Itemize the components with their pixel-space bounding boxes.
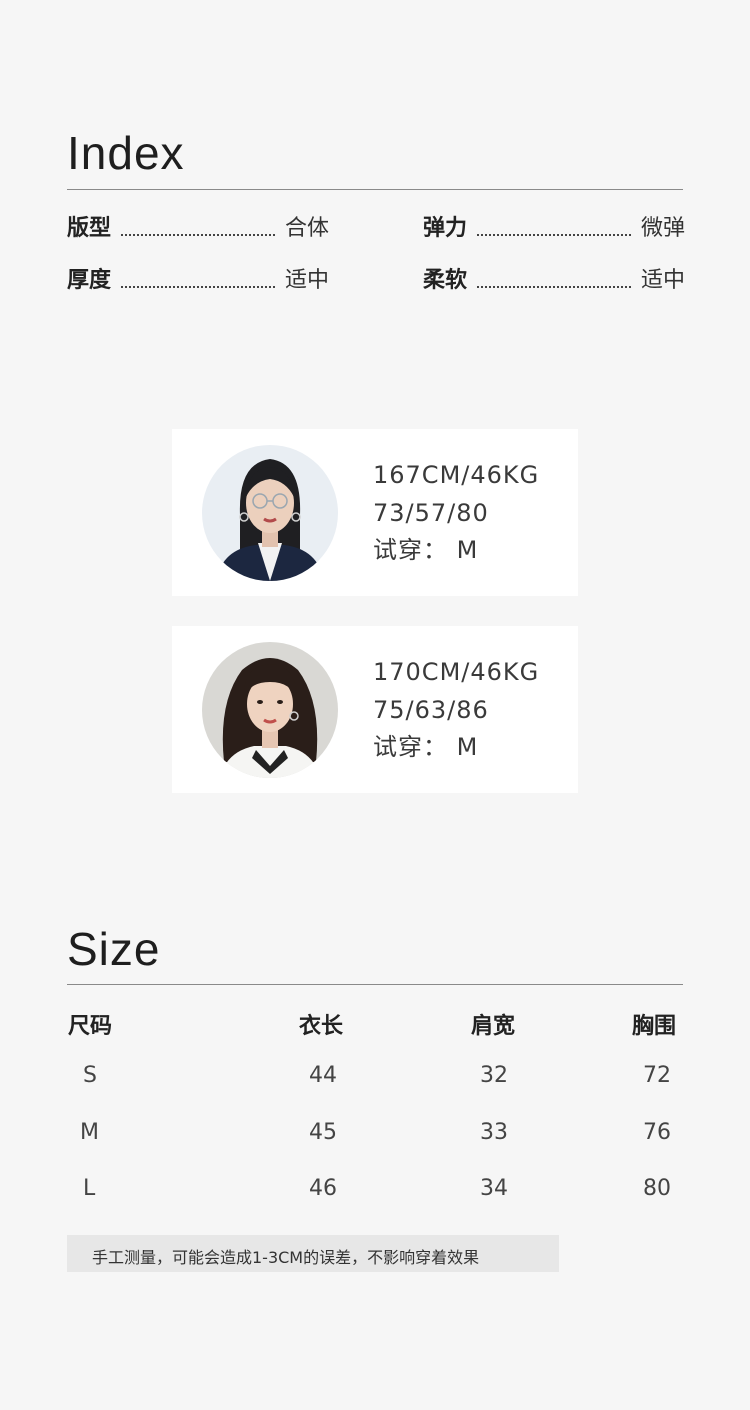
shoulder-value: 34 — [480, 1176, 508, 1201]
index-key: 版型 — [67, 216, 112, 241]
index-value: 微弹 — [640, 216, 685, 241]
index-title: Index — [67, 127, 185, 179]
model-try-on-size: 试穿： M — [373, 536, 479, 564]
length-value: 46 — [309, 1176, 337, 1201]
measurement-note-text: 手工测量，可能会造成1-3CM的误差，不影响穿着效果 — [92, 1248, 480, 1267]
size-header-shoulder: 肩宽 — [471, 1014, 516, 1039]
size-label: S — [83, 1063, 97, 1088]
index-item: 厚度 适中 — [67, 264, 329, 294]
size-header-length: 衣长 — [299, 1014, 344, 1039]
model-card: 170CM/46KG 75/63/86 试穿： M — [172, 626, 578, 793]
index-key: 柔软 — [423, 268, 468, 293]
length-value: 45 — [309, 1120, 337, 1145]
size-header-bust: 胸围 — [632, 1014, 677, 1039]
index-value: 合体 — [284, 216, 329, 241]
index-value: 适中 — [284, 268, 329, 293]
model-measurements: 73/57/80 — [373, 498, 489, 527]
model-height-weight: 170CM/46KG — [373, 658, 540, 686]
model-info: 170CM/46KG 75/63/86 试穿： M — [373, 654, 539, 767]
bust-value: 80 — [643, 1176, 671, 1201]
index-item: 弹力 微弹 — [423, 212, 685, 242]
bust-value: 72 — [643, 1063, 671, 1088]
shoulder-value: 33 — [480, 1120, 508, 1145]
index-value: 适中 — [640, 268, 685, 293]
index-item: 版型 合体 — [67, 212, 329, 242]
model-height-weight: 167CM/46KG — [373, 461, 540, 489]
model-avatar — [202, 445, 338, 581]
index-row: 厚度 适中 柔软 适中 — [67, 264, 685, 294]
measurement-note: 手工测量，可能会造成1-3CM的误差，不影响穿着效果 — [67, 1235, 559, 1272]
shoulder-value: 32 — [480, 1063, 508, 1088]
dotted-leader — [477, 234, 631, 236]
model-portrait-image — [202, 445, 338, 581]
index-item: 柔软 适中 — [423, 264, 685, 294]
model-info: 167CM/46KG 73/57/80 试穿： M — [373, 457, 539, 570]
dotted-leader — [121, 286, 275, 288]
index-divider — [67, 189, 683, 190]
dotted-leader — [121, 234, 275, 236]
size-title: Size — [67, 923, 161, 975]
model-card: 167CM/46KG 73/57/80 试穿： M — [172, 429, 578, 596]
index-key: 弹力 — [423, 216, 468, 241]
index-key: 厚度 — [67, 268, 112, 293]
size-header-size: 尺码 — [68, 1014, 113, 1039]
size-divider — [67, 984, 683, 985]
dotted-leader — [477, 286, 631, 288]
model-measurements: 75/63/86 — [373, 695, 489, 724]
size-label: M — [80, 1120, 99, 1145]
model-portrait-image — [202, 642, 338, 778]
model-try-on-size: 试穿： M — [373, 733, 479, 761]
bust-value: 76 — [643, 1120, 671, 1145]
size-label: L — [83, 1176, 96, 1201]
index-row: 版型 合体 弹力 微弹 — [67, 212, 685, 242]
length-value: 44 — [309, 1063, 337, 1088]
model-avatar — [202, 642, 338, 778]
